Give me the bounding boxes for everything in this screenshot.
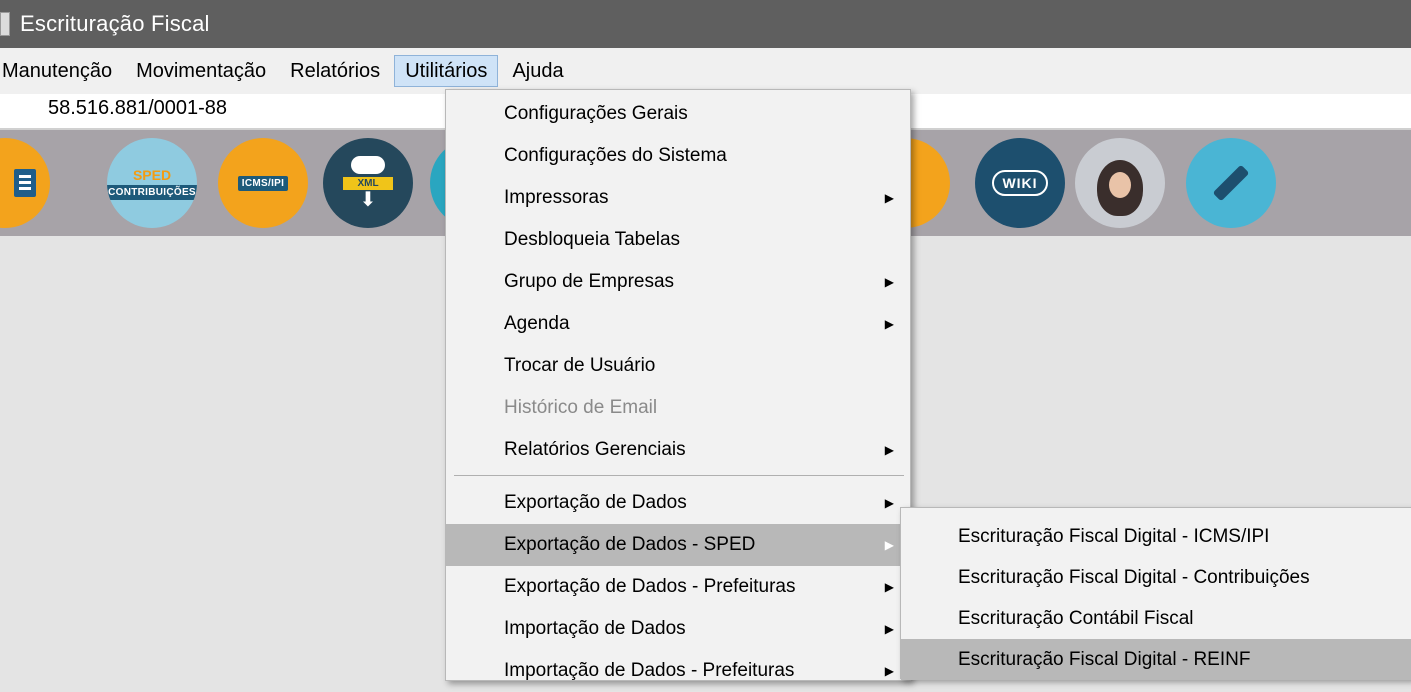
wiki-icon[interactable]: WIKI — [975, 138, 1065, 228]
submenu-item-ecf[interactable]: Escrituração Contábil Fiscal — [901, 598, 1411, 639]
menu-item-label: Importação de Dados — [504, 618, 686, 639]
menu-item-impressoras[interactable]: Impressoras ▶ — [446, 177, 910, 219]
assistant-avatar-icon[interactable] — [1075, 138, 1165, 228]
menu-item-label: Agenda — [504, 313, 570, 334]
app-icon[interactable] — [0, 12, 10, 36]
menu-item-configuracoes-sistema[interactable]: Configurações do Sistema — [446, 135, 910, 177]
submenu-arrow-icon: ▶ — [884, 538, 894, 552]
company-cnpj: 58.516.881/0001-88 — [48, 97, 228, 119]
sped-contribuicoes-icon[interactable]: SPED CONTRIBUIÇÕES — [107, 138, 197, 228]
utilitarios-menu: Configurações Gerais Configurações do Si… — [445, 89, 911, 681]
menu-item-historico-email: Histórico de Email — [446, 387, 910, 429]
menu-relatorios[interactable]: Relatórios — [280, 55, 390, 87]
menu-item-label: Histórico de Email — [504, 397, 658, 418]
submenu-arrow-icon: ▶ — [884, 443, 894, 457]
menu-item-importacao-dados[interactable]: Importação de Dados ▶ — [446, 608, 910, 650]
menu-movimentacao[interactable]: Movimentação — [126, 55, 276, 87]
menu-bar: Manutenção Movimentação Relatórios Utili… — [0, 48, 1411, 94]
menu-item-trocar-usuario[interactable]: Trocar de Usuário — [446, 345, 910, 387]
submenu-arrow-icon: ▶ — [884, 191, 894, 205]
submenu-arrow-icon: ▶ — [884, 317, 894, 331]
menu-item-exportacao-sped[interactable]: Exportação de Dados - SPED ▶ — [446, 524, 910, 566]
icms-ipi-label: ICMS/IPI — [237, 175, 289, 191]
menu-item-desbloqueia-tabelas[interactable]: Desbloqueia Tabelas — [446, 219, 910, 261]
submenu-item-efd-reinf[interactable]: Escrituração Fiscal Digital - REINF — [901, 639, 1411, 680]
menu-item-label: Configurações do Sistema — [504, 145, 727, 166]
menu-item-label: Exportação de Dados - Prefeituras — [504, 576, 796, 597]
icms-ipi-icon[interactable]: ICMS/IPI — [218, 138, 308, 228]
menu-separator — [454, 475, 904, 476]
menu-utilitarios[interactable]: Utilitários — [394, 55, 499, 87]
submenu-arrow-icon: ▶ — [884, 664, 894, 678]
menu-item-grupo-empresas[interactable]: Grupo de Empresas ▶ — [446, 261, 910, 303]
menu-item-label: Exportação de Dados - SPED — [504, 534, 756, 555]
menu-item-label: Exportação de Dados — [504, 492, 687, 513]
menu-manutencao[interactable]: Manutenção — [0, 55, 122, 87]
menu-item-label: Trocar de Usuário — [504, 355, 656, 376]
menu-item-label: Grupo de Empresas — [504, 271, 675, 292]
submenu-item-efd-contribuicoes[interactable]: Escrituração Fiscal Digital - Contribuiç… — [901, 557, 1411, 598]
menu-item-label: Importação de Dados - Prefeituras — [504, 660, 795, 681]
submenu-arrow-icon: ▶ — [884, 580, 894, 594]
menu-item-label: Desbloqueia Tabelas — [504, 229, 681, 250]
menu-item-configuracoes-gerais[interactable]: Configurações Gerais — [446, 93, 910, 135]
title-bar: Escrituração Fiscal — [0, 0, 1411, 48]
menu-item-label: Relatórios Gerenciais — [504, 439, 686, 460]
gavel-icon[interactable] — [1186, 138, 1276, 228]
window-title: Escrituração Fiscal — [20, 11, 210, 36]
sped-label: SPED — [132, 166, 172, 183]
menu-item-agenda[interactable]: Agenda ▶ — [446, 303, 910, 345]
menu-item-label: Configurações Gerais — [504, 103, 688, 124]
menu-item-label: Impressoras — [504, 187, 609, 208]
menu-item-importacao-prefeituras[interactable]: Importação de Dados - Prefeituras ▶ — [446, 650, 910, 692]
menu-item-exportacao-dados[interactable]: Exportação de Dados ▶ — [446, 482, 910, 524]
menu-item-exportacao-prefeituras[interactable]: Exportação de Dados - Prefeituras ▶ — [446, 566, 910, 608]
contribuicoes-label: CONTRIBUIÇÕES — [107, 184, 197, 200]
submenu-arrow-icon: ▶ — [884, 275, 894, 289]
wiki-label: WIKI — [992, 170, 1048, 196]
sped-submenu: Escrituração Fiscal Digital - ICMS/IPI E… — [900, 507, 1411, 680]
company-icon[interactable] — [0, 138, 50, 228]
xml-download-icon[interactable]: XML ⬇ — [323, 138, 413, 228]
submenu-arrow-icon: ▶ — [884, 496, 894, 510]
menu-ajuda[interactable]: Ajuda — [502, 55, 573, 87]
submenu-arrow-icon: ▶ — [884, 622, 894, 636]
menu-item-relatorios-gerenciais[interactable]: Relatórios Gerenciais ▶ — [446, 429, 910, 471]
submenu-item-efd-icms-ipi[interactable]: Escrituração Fiscal Digital - ICMS/IPI — [901, 516, 1411, 557]
